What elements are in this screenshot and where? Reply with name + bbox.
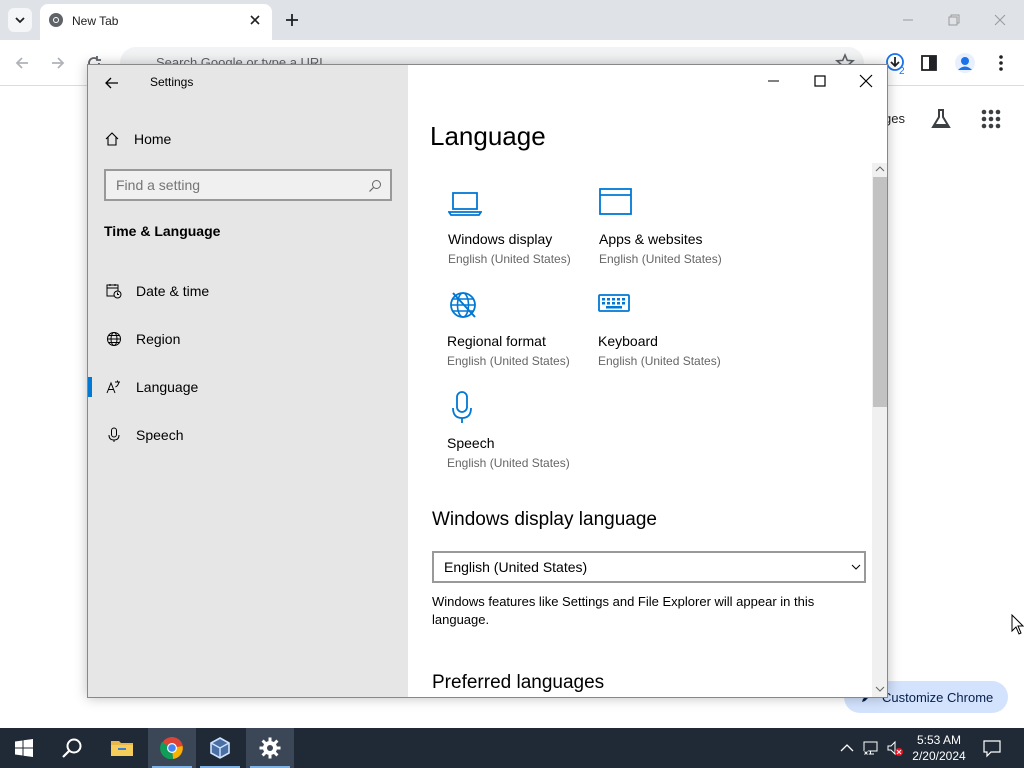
language-icon xyxy=(106,379,122,395)
settings-window: Settings Home Time & Language Date & tim… xyxy=(87,64,888,698)
microphone-icon xyxy=(452,391,472,423)
tab-search-button[interactable] xyxy=(8,8,32,32)
nav-home-label: Home xyxy=(134,131,172,147)
network-icon[interactable] xyxy=(862,739,880,757)
search-input[interactable] xyxy=(116,177,356,193)
calendar-clock-icon xyxy=(106,283,122,299)
tile-windows-display[interactable]: Windows display English (United States) xyxy=(448,187,598,279)
back-arrow-icon[interactable] xyxy=(102,73,122,93)
nav-item-label: Region xyxy=(136,331,181,347)
browser-tab[interactable]: New Tab xyxy=(40,4,272,40)
tab-title: New Tab xyxy=(72,14,119,28)
window-title: Settings xyxy=(150,75,194,89)
chrome-logo-icon xyxy=(160,737,183,760)
tile-keyboard[interactable]: Keyboard English (United States) xyxy=(598,289,748,381)
new-tab-icon[interactable] xyxy=(282,10,302,30)
search-icon xyxy=(369,180,381,192)
nav-item-label: Speech xyxy=(136,427,184,443)
window-icon xyxy=(599,188,632,215)
cube-icon xyxy=(210,737,230,759)
globe-format-icon xyxy=(450,292,476,318)
close-icon[interactable] xyxy=(856,71,876,91)
side-panel-icon[interactable] xyxy=(918,52,940,74)
home-icon xyxy=(105,132,119,146)
microphone-icon xyxy=(106,427,122,443)
tile-subtitle: English (United States) xyxy=(447,456,570,470)
chevron-down-icon xyxy=(851,564,861,570)
minimize-icon[interactable] xyxy=(898,10,918,30)
vertical-scrollbar[interactable] xyxy=(872,163,887,697)
scroll-thumb[interactable] xyxy=(873,177,887,407)
customize-chrome-label: Customize Chrome xyxy=(882,689,994,705)
tile-regional-format[interactable]: Regional format English (United States) xyxy=(447,289,597,381)
taskbar-settings[interactable] xyxy=(246,728,294,768)
tile-subtitle: English (United States) xyxy=(448,252,571,266)
back-arrow-icon[interactable] xyxy=(12,53,32,73)
labs-flask-icon[interactable] xyxy=(928,106,954,132)
close-tab-icon[interactable] xyxy=(248,13,262,27)
tile-title: Speech xyxy=(447,435,495,451)
display-language-dropdown[interactable]: English (United States) xyxy=(432,551,866,583)
windows-logo-icon xyxy=(15,739,33,757)
tile-subtitle: English (United States) xyxy=(598,354,721,368)
windows-taskbar: 5:53 AM 2/20/2024 xyxy=(0,728,1024,768)
tile-title: Keyboard xyxy=(598,333,658,349)
chevron-down-icon xyxy=(15,17,25,24)
taskbar-file-explorer[interactable] xyxy=(98,728,146,768)
apps-grid-icon[interactable] xyxy=(978,106,1004,132)
settings-sidebar: Settings Home Time & Language Date & tim… xyxy=(88,65,408,697)
notification-center-icon[interactable] xyxy=(982,738,1002,758)
gear-icon xyxy=(259,737,281,759)
close-window-icon[interactable] xyxy=(990,10,1010,30)
system-clock[interactable]: 5:53 AM 2/20/2024 xyxy=(904,732,974,764)
tile-subtitle: English (United States) xyxy=(447,354,570,368)
download-count-badge: 2 xyxy=(899,66,905,77)
tile-speech[interactable]: Speech English (United States) xyxy=(447,391,597,483)
scroll-down-arrow-icon[interactable] xyxy=(875,683,885,695)
start-button[interactable] xyxy=(0,728,48,768)
tile-title: Regional format xyxy=(447,333,546,349)
display-language-value: English (United States) xyxy=(444,559,588,575)
chrome-logo-icon xyxy=(49,13,63,27)
forward-arrow-icon[interactable] xyxy=(48,53,68,73)
chrome-menu-icon[interactable] xyxy=(990,52,1012,74)
volume-muted-icon[interactable] xyxy=(886,739,904,757)
restore-icon[interactable] xyxy=(944,10,964,30)
profile-avatar-icon[interactable] xyxy=(954,52,976,74)
taskbar-chrome[interactable] xyxy=(148,728,196,768)
taskbar-virtualbox[interactable] xyxy=(196,728,244,768)
clock-date: 2/20/2024 xyxy=(912,749,966,763)
find-setting-search[interactable] xyxy=(104,169,392,201)
keyboard-icon xyxy=(598,294,630,312)
nav-language[interactable]: Language xyxy=(88,367,408,407)
laptop-icon xyxy=(448,192,482,216)
minimize-icon[interactable] xyxy=(764,71,784,91)
nav-item-label: Language xyxy=(136,379,199,395)
globe-icon xyxy=(106,331,122,347)
nav-region[interactable]: Region xyxy=(88,319,408,359)
chrome-tab-bar: New Tab xyxy=(0,0,1024,40)
preferred-languages-heading: Preferred languages xyxy=(432,672,605,693)
scroll-up-arrow-icon[interactable] xyxy=(875,163,885,175)
page-title: Language xyxy=(430,121,546,151)
chevron-up-icon[interactable] xyxy=(838,739,856,757)
search-icon xyxy=(62,738,82,758)
tile-subtitle: English (United States) xyxy=(599,252,722,266)
maximize-icon[interactable] xyxy=(810,71,830,91)
tile-title: Windows display xyxy=(448,231,553,247)
mouse-cursor-icon xyxy=(1011,614,1024,635)
nav-date-time[interactable]: Date & time xyxy=(88,271,408,311)
display-language-description: Windows features like Settings and File … xyxy=(432,594,815,627)
folder-icon xyxy=(111,741,133,756)
clock-time: 5:53 AM xyxy=(916,733,962,747)
display-language-heading: Windows display language xyxy=(432,509,657,530)
nav-home[interactable]: Home xyxy=(104,129,171,149)
section-heading: Time & Language xyxy=(104,223,221,239)
nav-item-label: Date & time xyxy=(136,283,210,299)
tile-title: Apps & websites xyxy=(599,231,703,247)
tile-apps-websites[interactable]: Apps & websites English (United States) xyxy=(599,187,749,279)
taskbar-search-button[interactable] xyxy=(48,728,96,768)
nav-speech[interactable]: Speech xyxy=(88,415,408,455)
